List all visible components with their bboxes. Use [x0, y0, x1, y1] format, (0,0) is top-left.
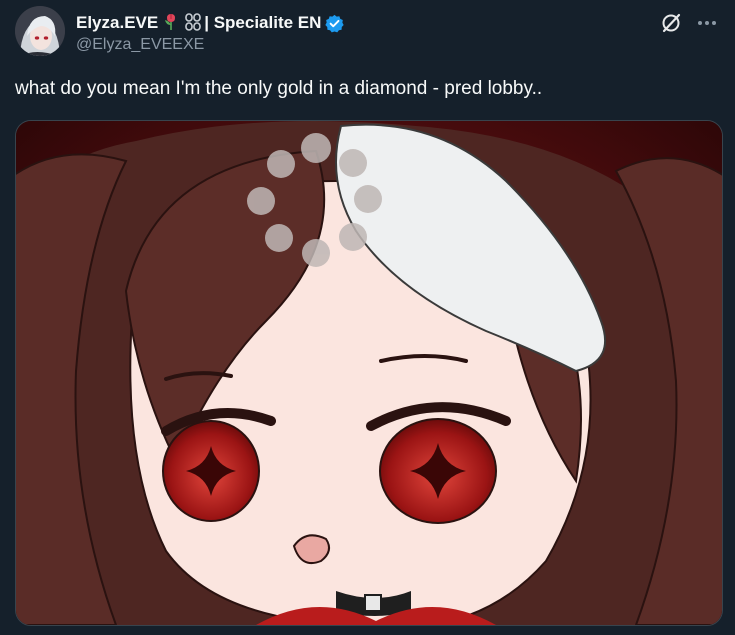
- tweet-text: what do you mean I'm the only gold in a …: [15, 78, 543, 99]
- tweet-media-image[interactable]: [15, 120, 723, 626]
- author-handle[interactable]: @Elyza_EVEEXE: [76, 36, 204, 54]
- tweet-header: Elyza.EVE | Specialite EN @Elyza_EVEEXE: [15, 6, 720, 62]
- grok-slash-icon[interactable]: [658, 10, 684, 36]
- author-display-name[interactable]: Elyza.EVE: [76, 13, 158, 33]
- author-name-suffix: | Specialite EN: [204, 13, 322, 32]
- tulip-icon: [164, 13, 178, 34]
- avatar-portrait-icon: [15, 6, 65, 56]
- verified-badge-icon[interactable]: [325, 14, 345, 33]
- chain-icon: [184, 12, 202, 34]
- author-avatar[interactable]: [15, 6, 65, 56]
- tweet-top-actions: [658, 10, 720, 36]
- more-dots-icon[interactable]: [694, 10, 720, 36]
- chibi-character-icon: [16, 121, 722, 625]
- author-name-row: Elyza.EVE | Specialite EN: [76, 11, 345, 35]
